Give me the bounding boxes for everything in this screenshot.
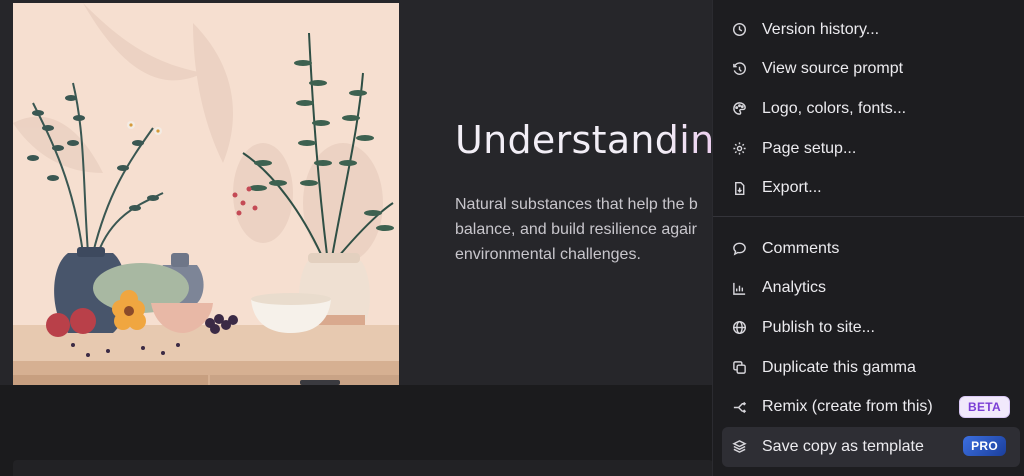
comment-icon (731, 241, 747, 257)
botanical-illustration (13, 3, 399, 385)
beta-badge: BETA (959, 396, 1010, 419)
palette-icon (731, 101, 747, 117)
gear-icon (731, 141, 747, 157)
menu-item-label: Page setup... (762, 139, 857, 157)
menu-item-view-source-prompt[interactable]: View source prompt (713, 50, 1024, 90)
still-life-image (13, 3, 399, 385)
slide-title[interactable]: Understanding (455, 118, 712, 162)
app-stage: Understanding Natural substances that he… (0, 0, 1024, 476)
menu-item-duplicate[interactable]: Duplicate this gamma (713, 348, 1024, 388)
clock-icon (731, 22, 747, 38)
options-menu: Version history... View source prompt Lo… (712, 0, 1024, 476)
next-card-edge[interactable] (13, 460, 713, 476)
menu-item-save-as-template[interactable]: Save copy as template PRO (722, 426, 1020, 467)
menu-item-page-setup[interactable]: Page setup... (713, 129, 1024, 169)
menu-item-label: Analytics (762, 279, 827, 297)
menu-item-export[interactable]: Export... (713, 168, 1024, 208)
slide-body[interactable]: Natural substances that help the b balan… (455, 192, 712, 267)
card-handle[interactable] (300, 380, 340, 385)
menu-item-label: Duplicate this gamma (762, 358, 916, 376)
history-icon (731, 61, 747, 77)
menu-item-version-history[interactable]: Version history... (713, 10, 1024, 50)
menu-item-analytics[interactable]: Analytics (713, 269, 1024, 309)
menu-item-label: Publish to site... (762, 318, 875, 336)
menu-item-logo-colors-fonts[interactable]: Logo, colors, fonts... (713, 89, 1024, 129)
slide-card[interactable]: Understanding Natural substances that he… (0, 0, 712, 385)
menu-item-label: Remix (create from this) (762, 398, 933, 416)
menu-item-label: Version history... (762, 20, 880, 38)
menu-item-label: View source prompt (762, 60, 904, 78)
menu-item-comments[interactable]: Comments (713, 229, 1024, 269)
menu-item-label: Export... (762, 179, 822, 197)
menu-divider (713, 215, 1024, 217)
menu-item-label: Save copy as template (762, 437, 924, 455)
layers-icon (731, 439, 747, 455)
slide-text-block[interactable]: Understanding Natural substances that he… (455, 118, 712, 267)
export-file-icon (731, 180, 747, 196)
menu-item-label: Logo, colors, fonts... (762, 99, 907, 117)
menu-item-publish-to-site[interactable]: Publish to site... (713, 308, 1024, 348)
chart-icon (731, 280, 747, 296)
duplicate-icon (731, 360, 747, 376)
globe-icon (731, 320, 747, 336)
menu-item-label: Comments (762, 239, 840, 257)
menu-item-remix[interactable]: Remix (create from this) BETA (713, 387, 1024, 427)
remix-icon (731, 399, 747, 415)
pro-badge: PRO (963, 435, 1006, 456)
